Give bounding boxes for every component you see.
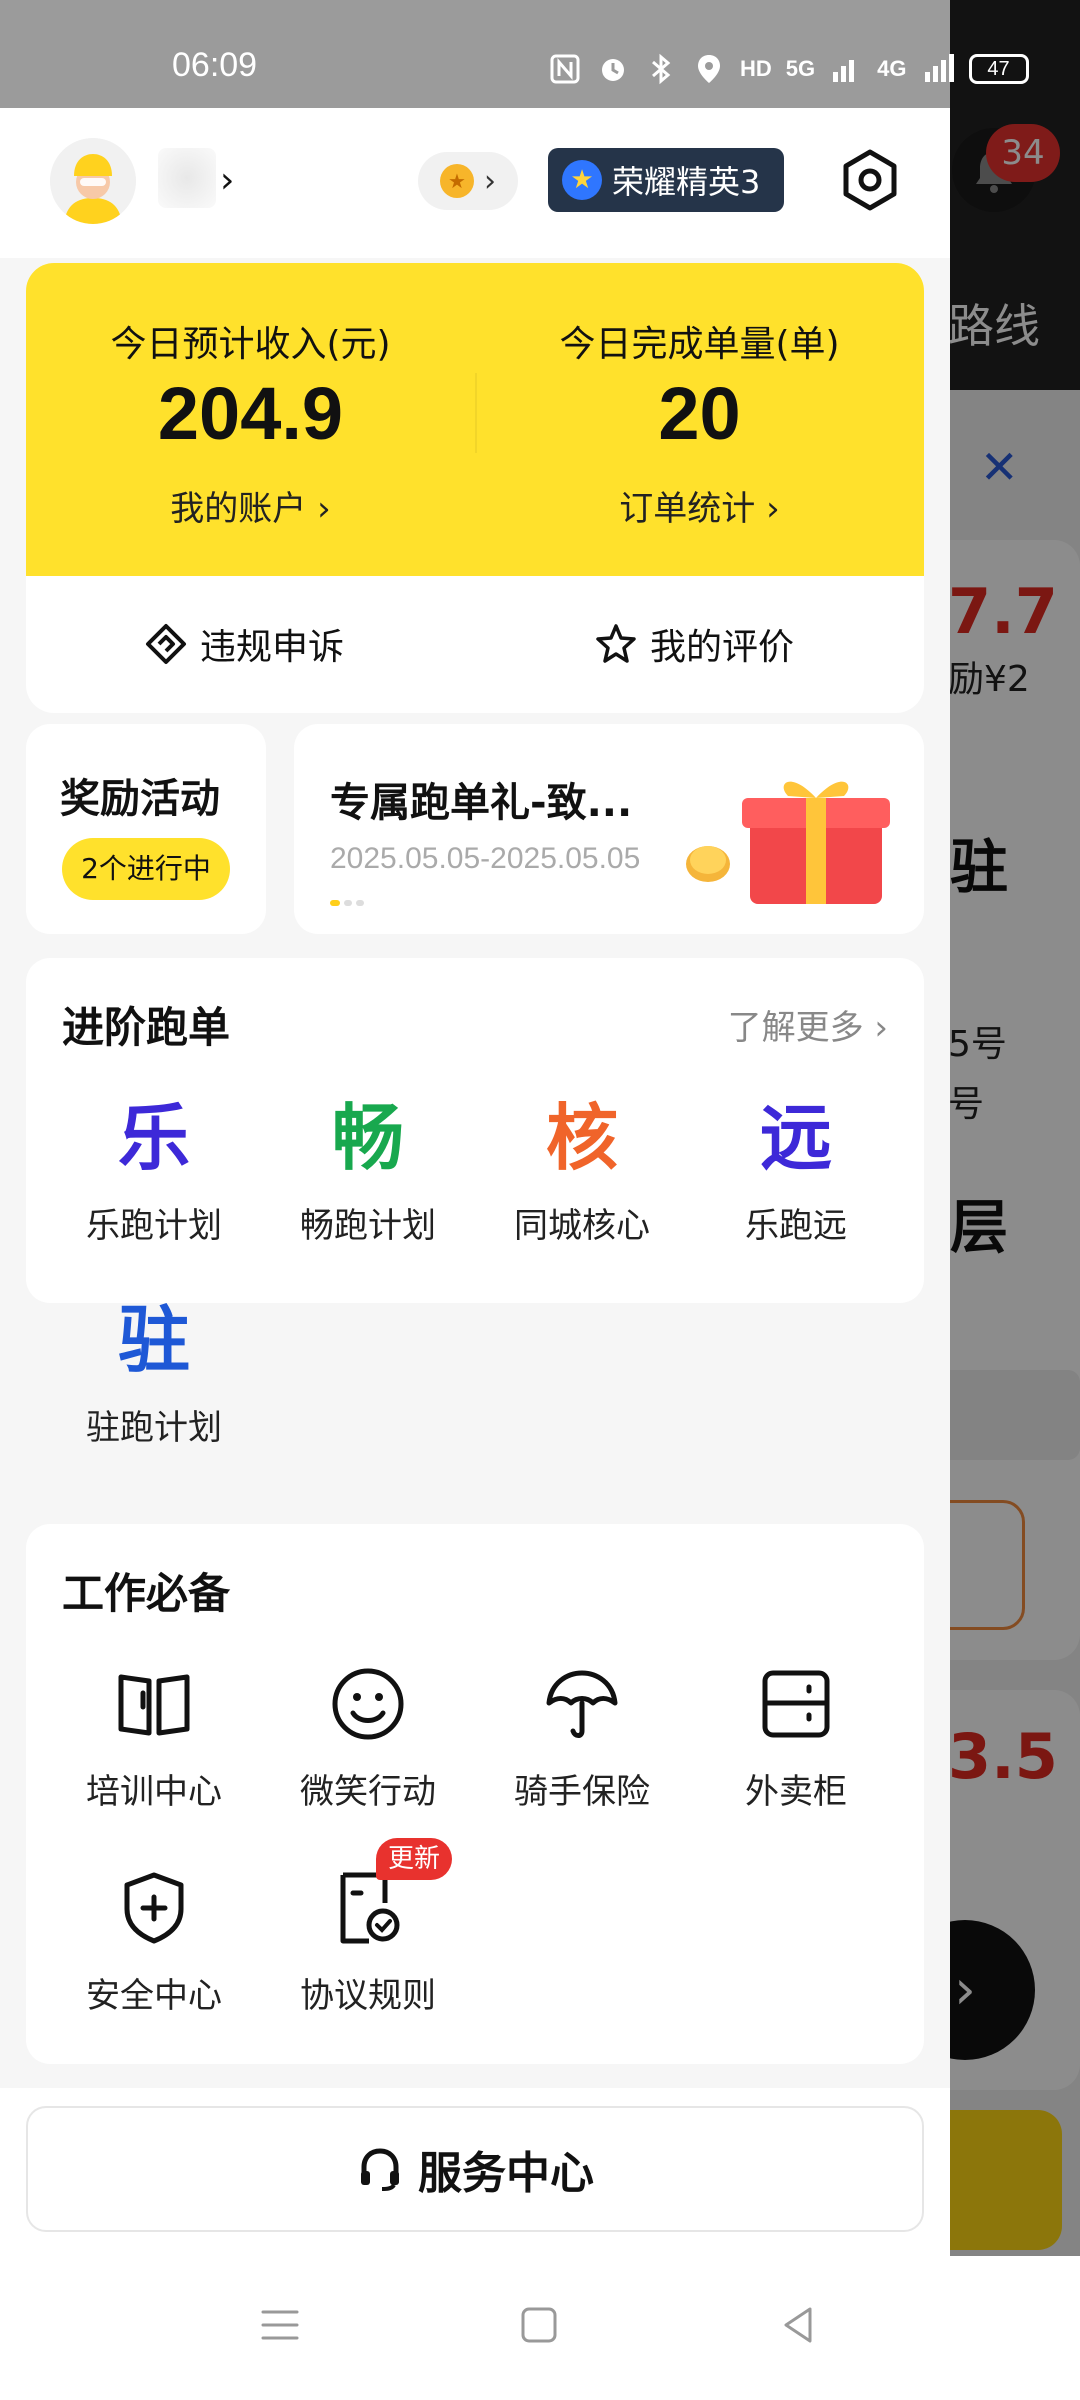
promo-date-range: 2025.05.05-2025.05.05 — [330, 842, 641, 875]
income-block[interactable]: 今日预计收入(元) 204.9 我的账户 › — [26, 263, 475, 576]
book-icon — [118, 1674, 190, 1736]
network-5g: 5G — [785, 56, 816, 81]
plan-station-run[interactable]: 驻 驻跑计划 — [54, 1290, 254, 1449]
orders-value: 20 — [658, 372, 741, 455]
alarm-icon — [596, 52, 630, 86]
rewards-status-pill: 2个进行中 — [62, 838, 230, 900]
username-blurred[interactable] — [158, 148, 216, 208]
earnings-actions: 违规申诉 我的评价 — [26, 576, 924, 713]
status-icons: HD 5G 4G 47 — [548, 52, 1029, 86]
my-reviews-button[interactable]: 我的评价 — [594, 614, 794, 674]
rider-avatar-icon — [50, 138, 136, 224]
plan-city-core[interactable]: 核 同城核心 — [482, 1088, 682, 1247]
income-label: 今日预计收入(元) — [110, 324, 391, 365]
chevron-right-icon: › — [484, 163, 496, 199]
earnings-summary: 今日预计收入(元) 204.9 我的账户 › 今日完成单量(单) 20 订单统计… — [26, 263, 924, 576]
earnings-card: 今日预计收入(元) 204.9 我的账户 › 今日完成单量(单) 20 订单统计… — [26, 263, 924, 713]
tool-label: 外卖柜 — [745, 1772, 847, 1812]
network-4g: 4G — [877, 56, 907, 81]
learn-more-link[interactable]: 了解更多 › — [728, 1000, 888, 1049]
rewards-activities-card[interactable]: 奖励活动 2个进行中 — [26, 724, 266, 934]
side-drawer: › ★ › ★ 荣耀精英3 今日预计收入(元) 204.9 我的账户 › 今日完… — [0, 108, 950, 2400]
rank-label: 荣耀精英3 — [612, 163, 761, 201]
umbrella-icon — [546, 1670, 618, 1738]
location-icon — [692, 52, 726, 86]
profile-chevron[interactable]: › — [220, 160, 234, 201]
plan-label: 乐跑计划 — [86, 1206, 222, 1246]
plan-label: 驻跑计划 — [86, 1408, 222, 1448]
home-icon[interactable] — [514, 2300, 564, 2350]
reviews-label: 我的评价 — [650, 627, 795, 668]
rewards-title: 奖励活动 — [60, 776, 220, 822]
menu-icon[interactable] — [255, 2300, 305, 2350]
le-run-icon: 乐 — [117, 1096, 190, 1180]
plan-label: 乐跑远 — [745, 1206, 847, 1246]
station-run-icon: 驻 — [117, 1298, 190, 1382]
plan-le-run[interactable]: 乐 乐跑计划 — [54, 1088, 254, 1247]
status-time: 06:09 — [172, 46, 258, 84]
coin-icon: ★ — [440, 164, 474, 198]
orders-block[interactable]: 今日完成单量(单) 20 订单统计 › — [475, 263, 924, 576]
appeal-icon — [146, 624, 186, 664]
tool-label: 骑手保险 — [514, 1772, 650, 1812]
orders-label: 今日完成单量(单) — [559, 324, 840, 365]
safety-center[interactable]: 安全中心 — [54, 1858, 254, 2017]
promo-title: 专属跑单礼-致... — [330, 780, 633, 826]
tool-label: 安全中心 — [86, 1976, 222, 2016]
order-stats-link[interactable]: 订单统计 › — [475, 481, 924, 530]
advanced-running-section: 进阶跑单 了解更多 › 乐 乐跑计划 畅 畅跑计划 核 同城核心 远 乐跑远 驻… — [26, 958, 924, 1448]
service-center-label: 服务中心 — [418, 2148, 594, 2199]
le-run-far-icon: 远 — [759, 1096, 832, 1180]
advanced-running-title: 进阶跑单 — [62, 1003, 231, 1052]
status-bar: 06:09 HD 5G 4G 47 — [0, 0, 1029, 108]
work-essentials-section: 工作必备 培训中心 微笑行动 骑手保险 外卖柜 安全中心 协议规则 更新 — [26, 1524, 924, 2064]
carousel-dots — [330, 900, 364, 906]
promo-banner[interactable]: 专属跑单礼-致... 2025.05.05-2025.05.05 — [294, 724, 924, 934]
plan-chang-run[interactable]: 畅 畅跑计划 — [268, 1088, 468, 1247]
tool-label: 协议规则 — [300, 1976, 436, 2016]
settings-hexagon-icon[interactable] — [838, 148, 902, 212]
my-account-link[interactable]: 我的账户 › — [26, 481, 475, 530]
star-outline-icon — [596, 624, 636, 663]
chang-run-icon: 畅 — [331, 1096, 404, 1180]
training-center[interactable]: 培训中心 — [54, 1654, 254, 1813]
work-essentials-title: 工作必备 — [62, 1569, 231, 1618]
agreement-rules[interactable]: 协议规则 更新 — [268, 1838, 468, 2017]
city-core-icon: 核 — [545, 1096, 618, 1180]
takeout-locker[interactable]: 外卖柜 — [696, 1654, 896, 1813]
battery-indicator: 47 — [968, 54, 1029, 84]
signal-icon — [921, 52, 955, 86]
smile-action[interactable]: 微笑行动 — [268, 1654, 468, 1813]
updated-badge: 更新 — [376, 1838, 453, 1880]
rider-insurance[interactable]: 骑手保险 — [482, 1654, 682, 1813]
tool-label: 微笑行动 — [300, 1772, 436, 1812]
shield-plus-icon — [124, 1872, 184, 1944]
appeal-label: 违规申诉 — [200, 627, 345, 668]
service-center-button[interactable]: 服务中心 — [26, 2106, 924, 2232]
points-pill[interactable]: ★ › — [418, 152, 518, 210]
rank-badge-button[interactable]: ★ 荣耀精英3 — [548, 148, 784, 212]
plan-label: 畅跑计划 — [300, 1206, 436, 1246]
navigation-bar — [0, 2256, 1080, 2400]
gift-box-icon — [686, 781, 890, 904]
profile-row: › ★ › ★ 荣耀精英3 — [0, 108, 950, 258]
nfc-icon — [548, 52, 582, 86]
locker-icon — [762, 1670, 830, 1738]
income-value: 204.9 — [157, 372, 344, 455]
smile-icon — [332, 1668, 404, 1740]
bluetooth-icon — [644, 52, 678, 86]
rank-star-icon: ★ — [562, 160, 602, 200]
tool-label: 培训中心 — [86, 1772, 222, 1812]
signal-icon — [829, 52, 863, 86]
plan-label: 同城核心 — [514, 1206, 650, 1246]
back-icon[interactable] — [774, 2300, 824, 2350]
appeal-button[interactable]: 违规申诉 — [144, 614, 344, 674]
avatar[interactable] — [50, 138, 136, 224]
headset-icon — [361, 2148, 399, 2191]
plan-le-run-far[interactable]: 远 乐跑远 — [696, 1088, 896, 1247]
hd-indicator: HD — [740, 56, 772, 81]
